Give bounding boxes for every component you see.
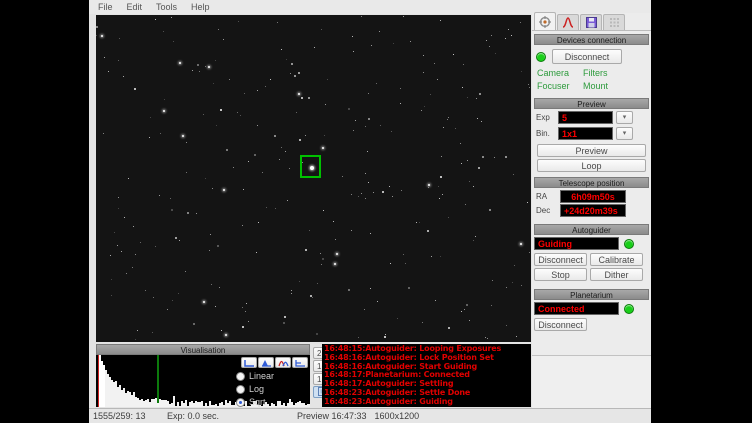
planetarium-status-led [624, 304, 634, 314]
stretch-preset-2-button[interactable] [258, 357, 274, 368]
exposure-dropdown-button[interactable]: ▾ [616, 111, 633, 124]
radio-sqrt-row[interactable]: Sqrt [236, 397, 308, 407]
stretch-preset-3-button[interactable] [275, 357, 291, 368]
control-sidebar: Devices connection Disconnect Camera Fil… [532, 13, 651, 408]
status-bar: 1555/259: 13 Exp: 0.0 sec. Preview 16:47… [89, 408, 651, 423]
message-log[interactable]: 16:48:15:Autoguider: Looping Exposures 1… [322, 344, 531, 407]
bin-label: Bin. [536, 129, 558, 138]
dual-curve-icon [278, 359, 289, 367]
stretch-preset-4-button[interactable] [292, 357, 308, 368]
autoguider-stop-button[interactable]: Stop [534, 268, 587, 281]
preview-timestamp: Preview 16:47:33 [293, 411, 371, 421]
autoguider-status-led [624, 239, 634, 249]
guide-star [310, 166, 314, 170]
dec-value: +24d20m39s [560, 204, 626, 217]
dec-label: Dec [536, 206, 560, 215]
ra-value: 6h09m50s [560, 190, 626, 203]
devices-section-header: Devices connection [534, 34, 649, 45]
focuser-link[interactable]: Focuser [537, 81, 583, 91]
tab-save[interactable] [580, 14, 602, 30]
floppy-save-icon [586, 17, 597, 28]
binning-dropdown-button[interactable]: ▾ [616, 127, 633, 140]
step-curve-icon [295, 359, 306, 367]
sidebar-tabs [532, 13, 651, 31]
planetarium-status-field: Connected [534, 302, 619, 315]
tab-grid[interactable] [603, 14, 625, 30]
guide-selection-box[interactable] [300, 155, 321, 178]
visualisation-title: Visualisation [96, 344, 310, 355]
log-radio[interactable] [236, 385, 245, 394]
camera-link[interactable]: Camera [537, 68, 583, 78]
binning-field[interactable]: 1x1 [558, 127, 613, 140]
autoguider-dither-button[interactable]: Dither [590, 268, 643, 281]
grid-icon [609, 17, 620, 28]
mount-link[interactable]: Mount [583, 81, 647, 91]
ra-label: RA [536, 192, 560, 201]
filters-link[interactable]: Filters [583, 68, 647, 78]
tab-guider[interactable] [534, 12, 556, 30]
stretch-curve-icon [244, 359, 255, 367]
exposure-field[interactable]: 5 [558, 111, 613, 124]
peak-curve-icon [261, 359, 272, 367]
pixel-info: 1555/259: 13 [89, 411, 163, 421]
preview-button[interactable]: Preview [537, 144, 646, 157]
preview-section-header: Preview [534, 98, 649, 109]
letterbox-stage: File Edit Tools Help [0, 0, 752, 423]
menu-edit[interactable]: Edit [127, 2, 143, 12]
autoguider-section-header: Autoguider [534, 224, 649, 235]
red-curve-icon [562, 17, 574, 28]
exposure-status: Exp: 0.0 sec. [163, 411, 293, 421]
radio-linear-row[interactable]: Linear [236, 371, 308, 381]
log-line: 16:48:23:Autoguider: Guiding [324, 398, 531, 407]
autoguider-disconnect-button[interactable]: Disconnect [534, 253, 587, 266]
menu-bar: File Edit Tools Help [89, 0, 651, 14]
devices-status-led [536, 52, 546, 62]
devices-disconnect-button[interactable]: Disconnect [552, 49, 622, 64]
linear-radio[interactable] [236, 372, 245, 381]
autoguider-calibrate-button[interactable]: Calibrate [590, 253, 643, 266]
tab-histogram[interactable] [557, 14, 579, 30]
stretch-preset-1-button[interactable] [241, 357, 257, 368]
app-window: File Edit Tools Help [89, 0, 651, 423]
sqrt-radio-label: Sqrt [249, 397, 266, 407]
log-radio-label: Log [249, 384, 264, 394]
histogram-display[interactable]: Linear Log Sqrt [96, 355, 310, 407]
camera-image-view[interactable] [96, 15, 531, 342]
planetarium-disconnect-button[interactable]: Disconnect [534, 318, 587, 331]
menu-tools[interactable]: Tools [156, 2, 177, 12]
visualisation-controls: Linear Log Sqrt [236, 357, 308, 407]
linear-radio-label: Linear [249, 371, 274, 381]
loop-button[interactable]: Loop [537, 159, 646, 172]
sqrt-radio[interactable] [236, 398, 245, 407]
menu-help[interactable]: Help [191, 2, 210, 12]
exp-label: Exp [536, 113, 558, 122]
menu-file[interactable]: File [98, 2, 113, 12]
device-links: Camera Filters Focuser Mount [532, 64, 651, 93]
visualisation-panel: Visualisation [96, 344, 310, 407]
radio-log-row[interactable]: Log [236, 384, 308, 394]
planetarium-section-header: Planetarium [534, 289, 649, 300]
image-resolution: 1600x1200 [371, 411, 424, 421]
autoguider-status-field: Guiding [534, 237, 619, 250]
crosshair-target-icon [539, 16, 551, 28]
telescope-section-header: Telescope position [534, 177, 649, 188]
